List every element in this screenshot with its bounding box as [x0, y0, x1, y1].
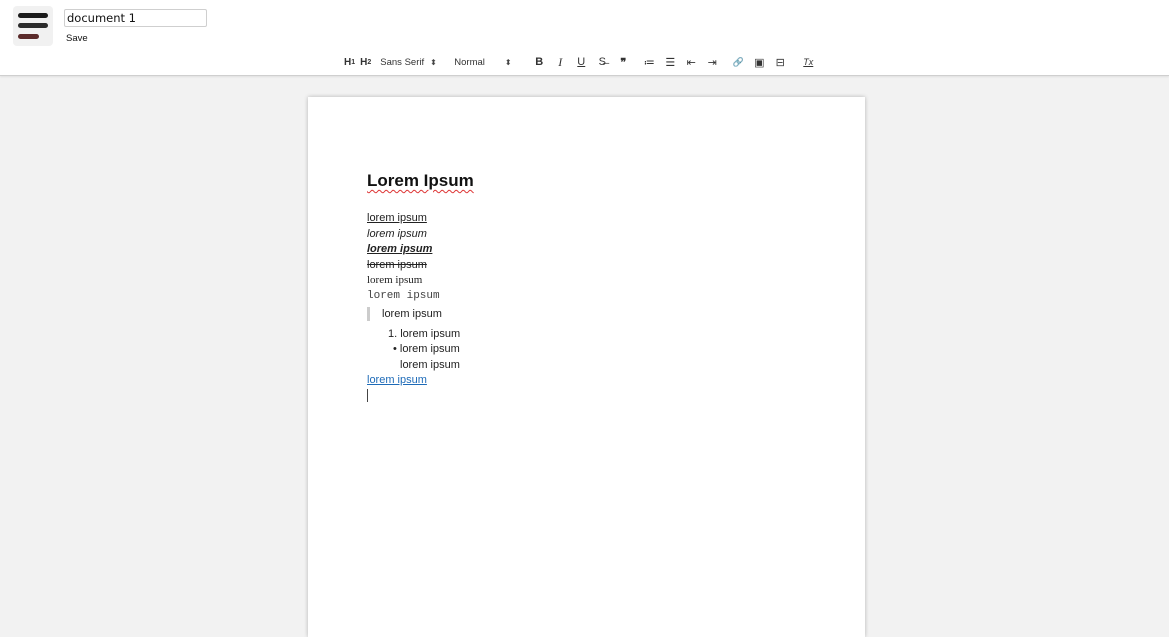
hyperlink[interactable]: lorem ipsum	[367, 373, 427, 387]
text-cursor	[367, 389, 368, 402]
image-icon[interactable]: ▣	[752, 54, 766, 70]
bullet-list-icon[interactable]: ☰	[663, 54, 677, 70]
document-title-input[interactable]	[64, 9, 207, 27]
font-size-picker[interactable]: Normal ⬍	[454, 54, 532, 70]
document-page[interactable]: Lorem Ipsum lorem ipsum lorem ipsum lore…	[308, 97, 865, 637]
logo-bar-middle	[18, 23, 48, 28]
heading-2-sub: 2	[367, 58, 372, 66]
italic-button[interactable]: I	[553, 54, 567, 70]
app-logo-icon[interactable]	[13, 6, 53, 46]
bold-button[interactable]: B	[532, 54, 546, 70]
underlined-line: lorem ipsum	[367, 212, 427, 224]
font-family-value: Sans Serif	[380, 56, 425, 68]
logo-bar-bottom	[18, 34, 39, 39]
top-bar: Save H1 H2 Sans Serif ⬍ Normal ⬍ B I U S…	[0, 0, 1169, 76]
video-icon[interactable]: ⊟	[773, 54, 787, 70]
save-button[interactable]: Save	[66, 31, 88, 45]
indent-decrease-icon[interactable]: ⇤	[684, 54, 698, 70]
bold-italic-underline-line: lorem ipsum	[367, 243, 433, 255]
clear-formatting-icon[interactable]: Tx	[801, 54, 815, 70]
monospace-line: lorem ipsum	[367, 290, 440, 302]
serif-line: lorem ipsum	[367, 274, 423, 286]
heading-2-label: H	[360, 56, 368, 68]
ordered-list-icon[interactable]: ≔	[642, 54, 656, 70]
formatting-toolbar: H1 H2 Sans Serif ⬍ Normal ⬍ B I U S̶ ❞ ≔…	[344, 53, 822, 71]
italic-line: lorem ipsum	[367, 228, 427, 240]
blockquote: lorem ipsum	[367, 307, 442, 321]
indent-increase-icon[interactable]: ⇥	[705, 54, 719, 70]
bullet-list-item: • lorem ipsum	[393, 343, 460, 355]
font-size-value: Normal	[454, 56, 485, 68]
heading-1-button[interactable]: H1	[344, 54, 355, 70]
heading-1-sub: 1	[351, 58, 356, 66]
logo-bar-top	[18, 13, 48, 18]
blockquote-icon[interactable]: ❞	[616, 54, 630, 70]
font-family-picker[interactable]: Sans Serif ⬍	[380, 54, 454, 70]
picker-arrows-icon: ⬍	[430, 57, 437, 67]
indented-list-item: lorem ipsum	[400, 359, 460, 371]
strikethrough-line: lorem ipsum	[367, 259, 427, 271]
link-icon[interactable]: 🔗	[731, 54, 745, 70]
strikethrough-icon[interactable]: S̶	[595, 54, 609, 70]
ordered-list-item: 1. lorem ipsum	[388, 328, 461, 340]
document-heading: Lorem Ipsum	[367, 171, 474, 190]
heading-2-button[interactable]: H2	[360, 54, 371, 70]
heading-1-label: H	[344, 56, 352, 68]
underline-button[interactable]: U	[574, 54, 588, 70]
picker-arrows-icon: ⬍	[504, 57, 512, 67]
